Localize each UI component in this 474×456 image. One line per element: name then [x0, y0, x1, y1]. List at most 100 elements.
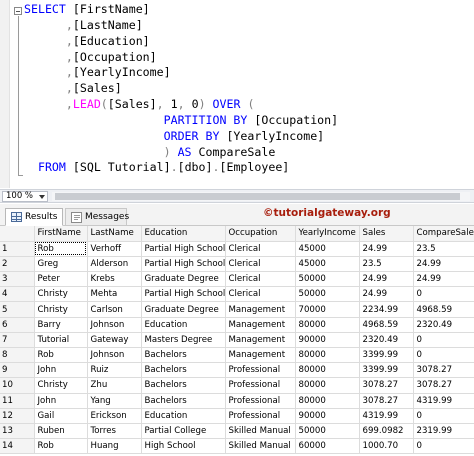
results-grid[interactable]: FirstName LastName Education Occupation …	[0, 226, 474, 456]
grid-cell[interactable]: 0	[413, 286, 474, 303]
grid-cell[interactable]: Clerical	[225, 256, 296, 273]
grid-cell[interactable]: Bachelors	[141, 393, 226, 409]
table-row[interactable]: 13 Ruben Torres Partial College Skilled Manu…	[0, 423, 474, 440]
grid-cell[interactable]: Clerical	[225, 241, 296, 257]
grid-cell[interactable]: Barry	[34, 317, 88, 333]
grid-cell[interactable]: Bachelors	[141, 362, 226, 379]
grid-cell[interactable]: 50000	[295, 271, 360, 288]
table-row[interactable]: 5 Christy Carlson Graduate Degree Management…	[0, 301, 474, 318]
grid-cell[interactable]: 50000	[295, 286, 360, 303]
grid-cell[interactable]: 50000	[295, 423, 360, 440]
grid-cell[interactable]: Zhu	[87, 377, 142, 394]
grid-cell[interactable]: Professional	[225, 393, 296, 409]
grid-cell[interactable]: 80000	[295, 393, 360, 409]
row-number[interactable]: 11	[0, 393, 35, 409]
grid-cell[interactable]: Tutorial	[34, 332, 88, 349]
grid-cell[interactable]: Johnson	[87, 317, 142, 333]
grid-cell[interactable]: 4319.99	[359, 408, 414, 424]
row-number[interactable]: 13	[0, 423, 35, 440]
grid-cell[interactable]: Peter	[34, 271, 88, 288]
grid-cell[interactable]: 2234.99	[359, 301, 414, 318]
table-row[interactable]: 7 Tutorial Gateway Masters Degree Management…	[0, 332, 474, 349]
grid-cell[interactable]: Krebs	[87, 271, 142, 288]
row-number[interactable]: 12	[0, 408, 35, 424]
grid-cell[interactable]: 3078.27	[413, 362, 474, 379]
grid-cell[interactable]: 4968.59	[413, 301, 474, 318]
column-header[interactable]: LastName	[87, 226, 142, 242]
tab-results[interactable]: Results	[5, 208, 63, 226]
column-header[interactable]: YearlyIncome	[295, 226, 360, 242]
table-row[interactable]: 4 Christy Mehta Partial High School Clerical…	[0, 286, 474, 303]
grid-cell[interactable]: Torres	[87, 423, 142, 440]
grid-cell[interactable]: 24.99	[413, 256, 474, 273]
grid-cell[interactable]: John	[34, 362, 88, 379]
grid-cell[interactable]: Rob	[34, 347, 88, 364]
grid-cell[interactable]: Management	[225, 317, 296, 333]
grid-cell[interactable]: 80000	[295, 377, 360, 394]
grid-cell[interactable]: 45000	[295, 256, 360, 273]
grid-cell[interactable]: 24.99	[413, 271, 474, 288]
grid-cell[interactable]: 60000	[295, 438, 360, 455]
scrollbar-thumb[interactable]	[55, 193, 460, 200]
row-number[interactable]: 1	[0, 241, 35, 257]
grid-cell[interactable]: Yang	[87, 393, 142, 409]
grid-cell[interactable]: Skilled Manual	[225, 438, 296, 455]
collapse-icon[interactable]	[14, 7, 22, 15]
row-number[interactable]: 7	[0, 332, 35, 349]
column-header[interactable]: CompareSale	[413, 226, 474, 242]
table-row[interactable]: 1 Rob Verhoff Partial High School Clerical 45…	[0, 241, 474, 257]
grid-cell[interactable]: Management	[225, 332, 296, 349]
grid-cell[interactable]: Clerical	[225, 271, 296, 288]
grid-cell[interactable]: 45000	[295, 241, 360, 257]
chevron-down-icon[interactable]	[39, 195, 45, 199]
table-row[interactable]: 12 Gail Erickson Education Professional 90000…	[0, 408, 474, 424]
grid-cell[interactable]: Alderson	[87, 256, 142, 273]
row-number[interactable]: 5	[0, 301, 35, 318]
sql-editor[interactable]: SELECT [FirstName] ,[LastName] ,[Educati…	[0, 0, 474, 188]
grid-cell[interactable]: 3399.99	[359, 347, 414, 364]
grid-cell[interactable]: Christy	[34, 286, 88, 303]
grid-cell[interactable]: 4319.99	[413, 393, 474, 409]
row-number[interactable]: 14	[0, 438, 35, 455]
grid-cell[interactable]: Johnson	[87, 347, 142, 364]
zoom-select[interactable]: 100 %	[2, 191, 48, 202]
row-number[interactable]: 9	[0, 362, 35, 379]
sql-code[interactable]: SELECT [FirstName] ,[LastName] ,[Educati…	[24, 2, 338, 176]
horizontal-scrollbar[interactable]	[52, 192, 470, 201]
grid-cell[interactable]: 70000	[295, 301, 360, 318]
grid-cell[interactable]: Skilled Manual	[225, 423, 296, 440]
grid-cell[interactable]: Mehta	[87, 286, 142, 303]
grid-cell[interactable]: 3078.27	[413, 377, 474, 394]
grid-cell[interactable]: High School	[141, 438, 226, 455]
grid-cell[interactable]: Gateway	[87, 332, 142, 349]
table-row[interactable]: 14 Rob Huang High School Skilled Manual 60000…	[0, 438, 474, 455]
grid-cell[interactable]: Partial High School	[141, 241, 226, 257]
grid-cell[interactable]: 3399.99	[359, 362, 414, 379]
grid-cell[interactable]: 4968.59	[359, 317, 414, 333]
grid-cell[interactable]: 2319.99	[413, 423, 474, 440]
tab-messages[interactable]: Messages	[65, 208, 129, 226]
row-number[interactable]: 10	[0, 377, 35, 394]
table-row[interactable]: 8 Rob Johnson Bachelors Management 80000 3399.…	[0, 347, 474, 364]
grid-cell[interactable]: Ruiz	[87, 362, 142, 379]
grid-cell[interactable]: Christy	[34, 377, 88, 394]
grid-cell[interactable]: 24.99	[359, 271, 414, 288]
grid-cell[interactable]: 0	[413, 408, 474, 424]
grid-cell[interactable]: Masters Degree	[141, 332, 226, 349]
grid-cell[interactable]: Management	[225, 347, 296, 364]
row-number[interactable]: 2	[0, 256, 35, 273]
grid-cell[interactable]: 3078.27	[359, 393, 414, 409]
grid-cell[interactable]: Graduate Degree	[141, 301, 226, 318]
grid-cell[interactable]: 23.5	[413, 241, 474, 257]
column-header[interactable]: FirstName	[34, 226, 88, 242]
grid-cell[interactable]: Clerical	[225, 286, 296, 303]
grid-cell[interactable]: Greg	[34, 256, 88, 273]
grid-cell[interactable]: Professional	[225, 377, 296, 394]
column-header[interactable]: Occupation	[225, 226, 296, 242]
grid-cell[interactable]: Bachelors	[141, 377, 226, 394]
grid-cell[interactable]: 90000	[295, 332, 360, 349]
row-number[interactable]: 6	[0, 317, 35, 333]
grid-cell[interactable]: 80000	[295, 347, 360, 364]
grid-corner[interactable]	[0, 226, 35, 242]
grid-cell[interactable]: Partial High School	[141, 256, 226, 273]
